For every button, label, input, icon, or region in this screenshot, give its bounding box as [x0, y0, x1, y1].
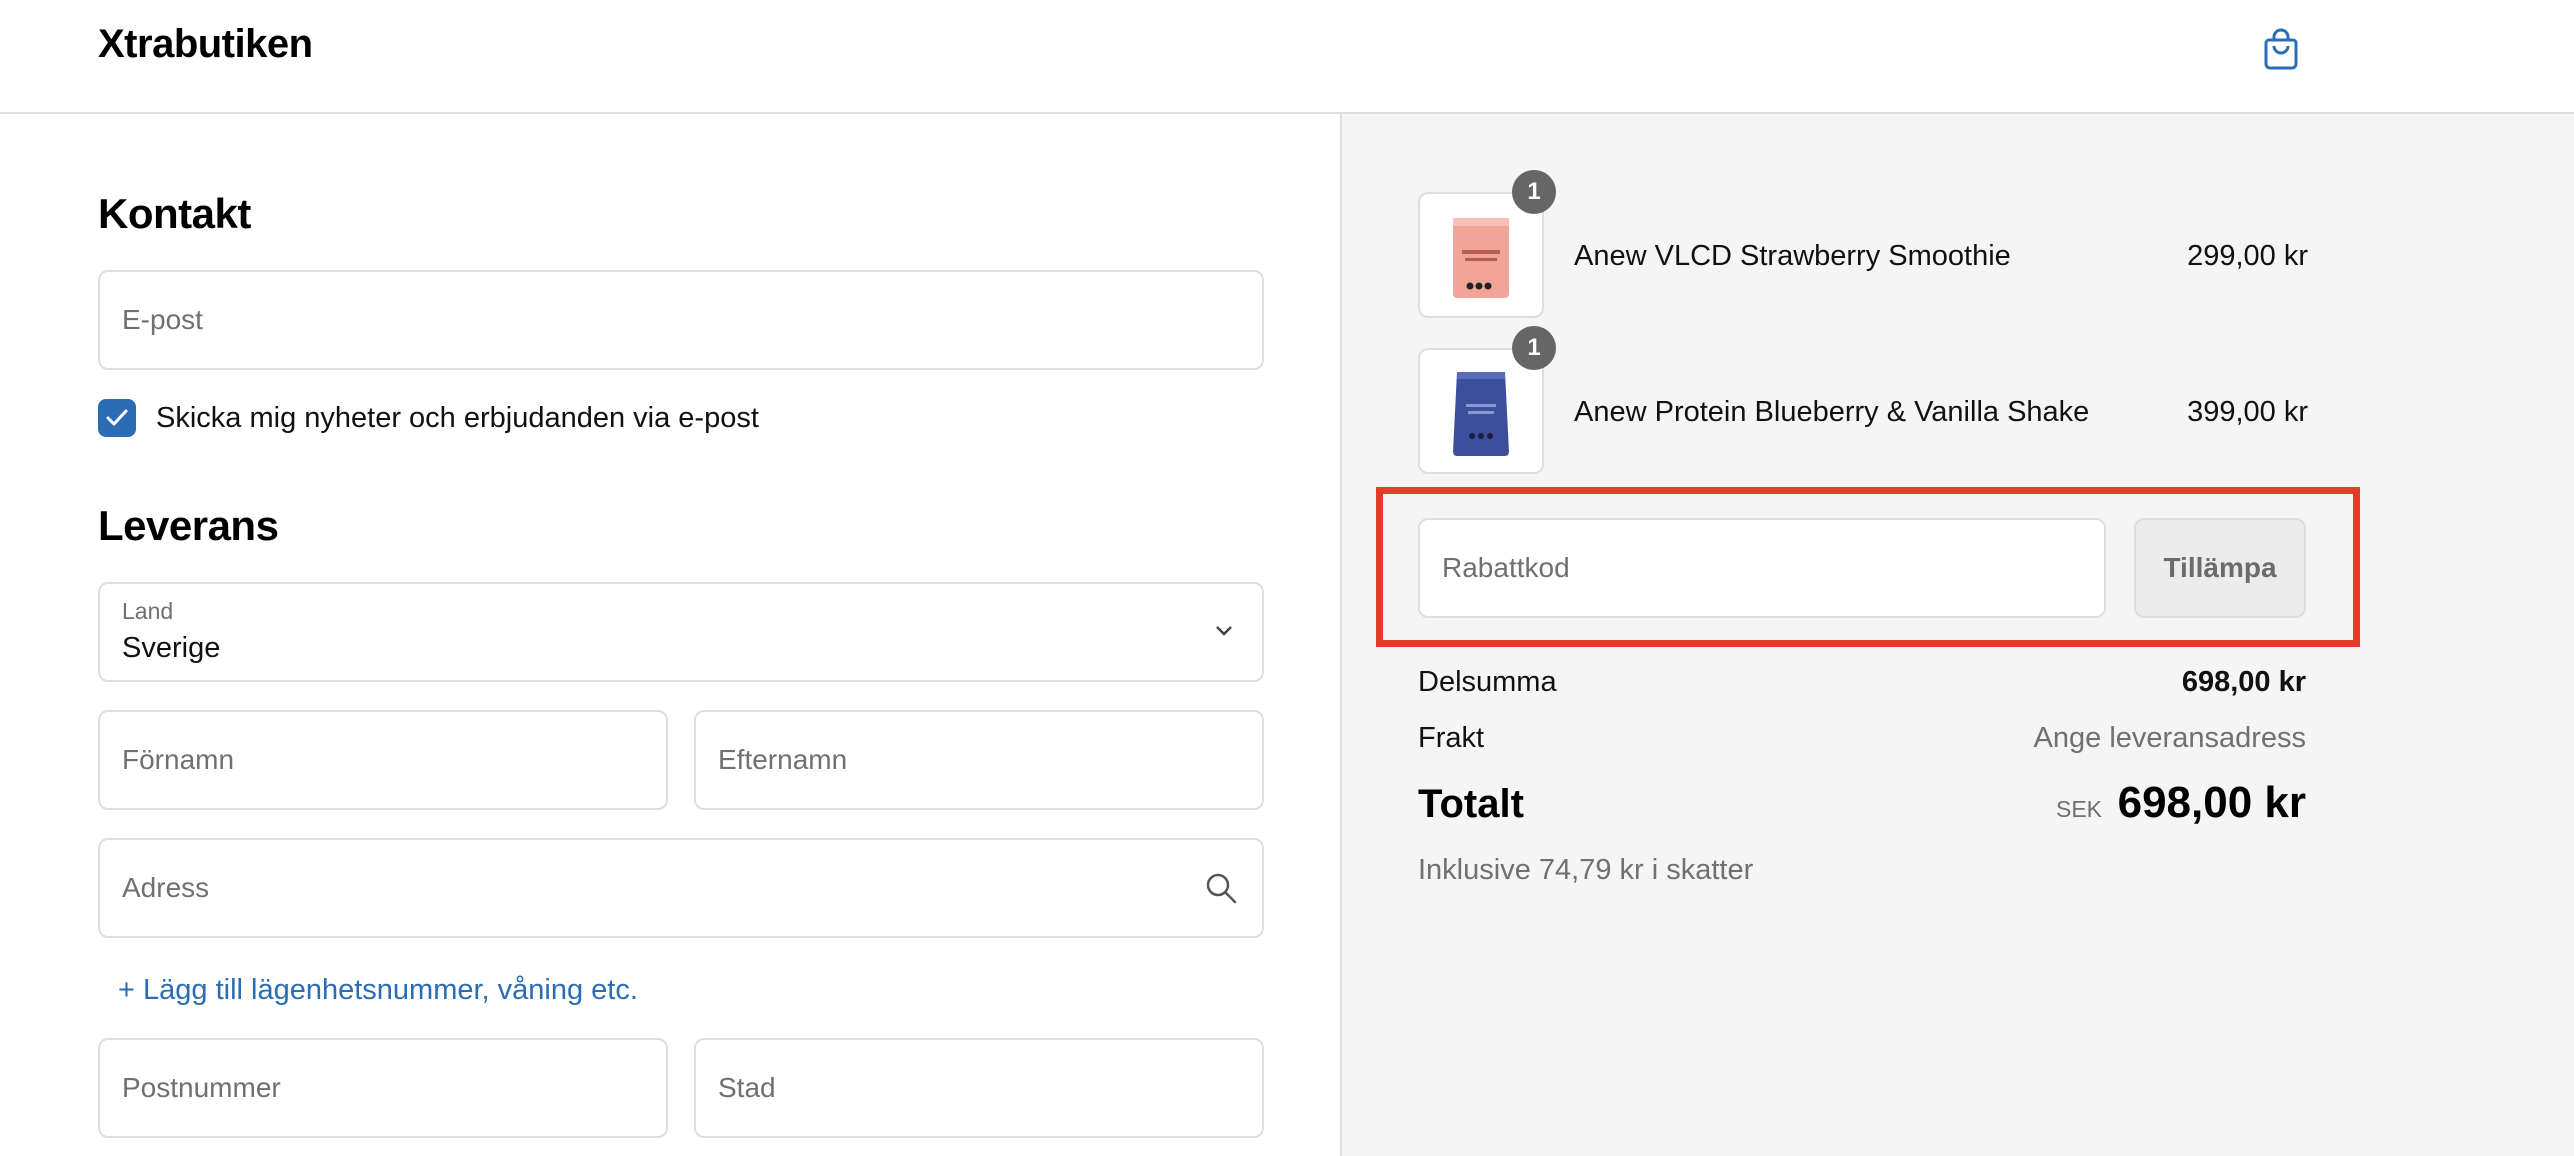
checkmark-icon — [106, 409, 128, 426]
shopping-bag-icon[interactable] — [2263, 26, 2299, 70]
city-field[interactable]: Stad — [694, 1038, 1264, 1138]
search-icon[interactable] — [1204, 871, 1238, 905]
last-name-field[interactable]: Efternamn — [694, 710, 1264, 810]
discount-code-field[interactable]: Rabattkod — [1418, 518, 2106, 618]
email-placeholder: E-post — [122, 304, 203, 335]
newsletter-label[interactable]: Skicka mig nyheter och erbjudanden via e… — [156, 402, 759, 435]
quantity-badge: 1 — [1512, 170, 1556, 214]
product-price: 399,00 kr — [2187, 396, 2308, 428]
country-select[interactable]: Land Sverige — [98, 582, 1264, 682]
contact-heading: Kontakt — [98, 190, 251, 237]
delivery-heading: Leverans — [98, 502, 279, 549]
subtotal-value: 698,00 kr — [2181, 666, 2306, 698]
product-name: Anew Protein Blueberry & Vanilla Shake — [1574, 396, 2090, 428]
chevron-down-icon — [1216, 626, 1232, 636]
currency-code: SEK — [2056, 796, 2103, 822]
city-placeholder: Stad — [718, 1072, 776, 1103]
tax-note: Inklusive 74,79 kr i skatter — [1418, 854, 1754, 886]
shipping-label: Frakt — [1418, 722, 1485, 754]
postal-code-placeholder: Postnummer — [122, 1072, 281, 1103]
apply-discount-button[interactable]: Tillämpa — [2134, 518, 2306, 618]
site-header: Xtrabutiken — [0, 0, 2574, 114]
last-name-placeholder: Efternamn — [718, 744, 848, 775]
shipping-value: Ange leveransadress — [2033, 722, 2306, 754]
total-label: Totalt — [1418, 782, 1524, 826]
product-name: Anew VLCD Strawberry Smoothie — [1574, 240, 2011, 272]
blueberry-shake-pouch-icon — [1453, 372, 1509, 456]
strawberry-smoothie-pack-icon — [1453, 218, 1509, 298]
country-value: Sverige — [122, 632, 221, 664]
first-name-field[interactable]: Förnamn — [98, 710, 668, 810]
discount-code-placeholder: Rabattkod — [1442, 552, 1570, 583]
address-placeholder: Adress — [122, 872, 210, 903]
country-label: Land — [122, 598, 174, 624]
product-price: 299,00 kr — [2187, 240, 2308, 272]
address-field[interactable]: Adress — [98, 838, 1264, 938]
newsletter-checkbox[interactable] — [98, 399, 136, 437]
first-name-placeholder: Förnamn — [122, 744, 235, 775]
postal-code-field[interactable]: Postnummer — [98, 1038, 668, 1138]
store-logo[interactable]: Xtrabutiken — [98, 22, 313, 67]
subtotal-label: Delsumma — [1418, 666, 1557, 698]
total-value: 698,00 kr — [2117, 778, 2306, 827]
add-apartment-link[interactable]: + Lägg till lägenhetsnummer, våning etc. — [118, 974, 638, 1007]
quantity-badge: 1 — [1512, 326, 1556, 370]
email-field[interactable]: E-post — [98, 270, 1264, 370]
